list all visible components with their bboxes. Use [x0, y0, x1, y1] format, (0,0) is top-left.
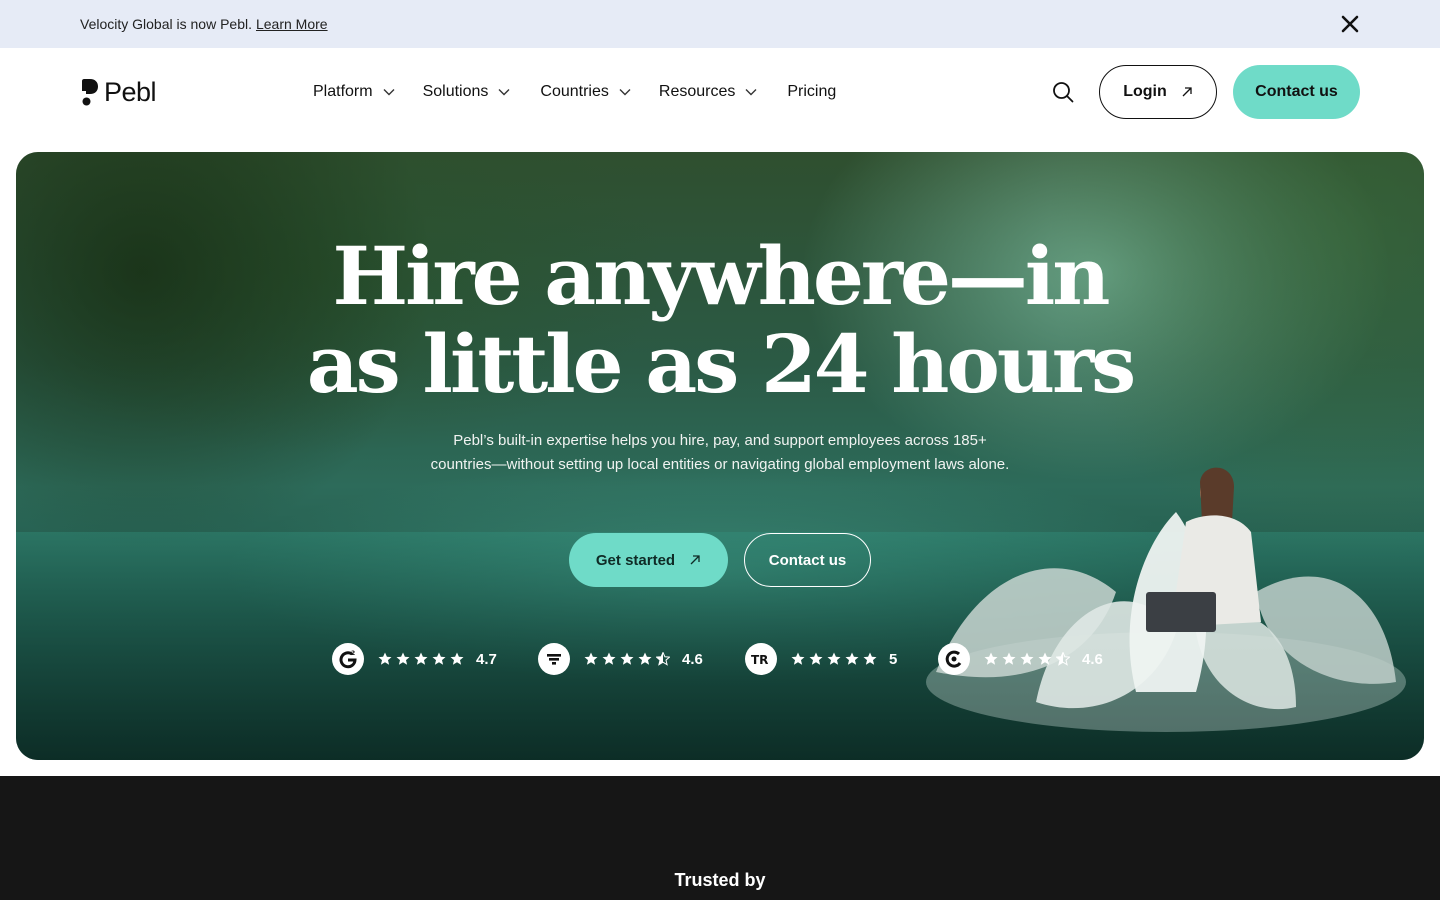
hero-contact-button[interactable]: Contact us — [744, 533, 871, 587]
trusted-by-heading: Trusted by — [674, 870, 766, 890]
nav-item-platform[interactable]: Platform — [313, 80, 395, 104]
announcement-bar: Velocity Global is now Pebl. Learn More — [0, 0, 1440, 48]
trustradius-icon: TR — [745, 643, 777, 675]
star-icon — [450, 652, 464, 665]
star-icon — [809, 652, 823, 665]
star-icon — [414, 652, 428, 665]
nav-item-solutions[interactable]: Solutions — [423, 80, 511, 104]
star-rating — [584, 652, 670, 666]
half-star-icon — [1056, 652, 1070, 666]
get-started-button[interactable]: Get started — [569, 533, 728, 587]
chevron-down-icon — [498, 89, 510, 96]
announcement-message: Velocity Global is now Pebl. — [80, 16, 252, 32]
star-icon — [845, 652, 859, 665]
search-icon[interactable] — [1052, 81, 1074, 103]
close-icon[interactable] — [1340, 14, 1360, 34]
star-icon — [863, 652, 877, 665]
hero-headline-line-2: as little as 24 hours — [306, 317, 1136, 411]
pebl-logo[interactable]: Pebl — [80, 77, 157, 108]
half-star-icon — [656, 652, 670, 666]
star-icon — [984, 652, 998, 665]
learn-more-link[interactable]: Learn More — [256, 16, 328, 32]
rating-capterra: 4.6 — [538, 642, 703, 676]
nav-item-pricing[interactable]: Pricing — [787, 80, 836, 104]
star-icon — [620, 652, 634, 665]
hero-headline: Hire anywhere—in as little as 24 hours — [16, 232, 1424, 408]
hero-subtitle: Pebl’s built-in expertise helps you hire… — [430, 432, 1010, 473]
main-nav: Platform Solutions Countries Resources P… — [313, 80, 836, 104]
chevron-down-icon — [619, 89, 631, 96]
trusted-by-section: Trusted by — [0, 776, 1440, 900]
nav-item-countries[interactable]: Countries — [540, 80, 631, 104]
star-icon — [1020, 652, 1034, 665]
nav-item-label: Countries — [540, 83, 609, 100]
nav-item-label: Resources — [658, 83, 736, 100]
login-button-label: Login — [1123, 83, 1167, 100]
review-ratings: 2 4.7 4.6 TR 5 4.6 — [332, 642, 1112, 676]
star-icon — [602, 652, 616, 665]
rating-score: 4.6 — [1082, 650, 1103, 668]
hero-headline-line-1: Hire anywhere—in — [332, 229, 1111, 323]
g2-icon: 2 — [332, 643, 364, 675]
chevron-down-icon — [745, 89, 757, 96]
svg-text:2: 2 — [351, 650, 355, 657]
nav-item-resources[interactable]: Resources — [659, 80, 757, 104]
logo-wordmark: Pebl — [104, 77, 157, 107]
star-rating — [791, 652, 877, 666]
pebl-logo-mark-icon — [82, 78, 98, 105]
rating-score: 4.7 — [476, 650, 497, 668]
header-contact-button[interactable]: Contact us — [1233, 65, 1360, 119]
arrow-up-right-icon — [1182, 87, 1192, 97]
rating-trustradius: TR 5 — [745, 642, 897, 676]
rating-score: 5 — [889, 650, 898, 668]
star-icon — [1002, 652, 1016, 665]
lotus-woman-illustration — [926, 467, 1406, 732]
getapp-icon — [938, 643, 970, 675]
star-icon — [584, 652, 598, 665]
nav-item-label: Pricing — [787, 83, 837, 100]
rating-score: 4.6 — [682, 650, 703, 668]
login-button[interactable]: Login — [1099, 65, 1217, 119]
rating-getapp: 4.6 — [938, 642, 1103, 676]
rating-g2: 2 4.7 — [332, 642, 497, 676]
star-icon — [432, 652, 446, 665]
hero-section: Hire anywhere—in as little as 24 hours P… — [16, 152, 1424, 760]
star-icon — [396, 652, 410, 665]
star-icon — [378, 652, 392, 665]
get-started-label: Get started — [595, 551, 676, 569]
arrow-up-right-icon — [690, 555, 700, 565]
star-icon — [827, 652, 841, 665]
nav-item-label: Solutions — [422, 83, 489, 100]
star-rating — [984, 652, 1070, 666]
svg-text:TR: TR — [751, 653, 768, 667]
capterra-icon — [538, 643, 570, 675]
chevron-down-icon — [383, 89, 395, 96]
site-header: Pebl Platform Solutions Countries Resour… — [0, 48, 1440, 136]
star-icon — [791, 652, 805, 665]
star-icon — [638, 652, 652, 665]
star-icon — [1038, 652, 1052, 665]
star-rating — [378, 652, 464, 666]
nav-item-label: Platform — [313, 83, 373, 100]
